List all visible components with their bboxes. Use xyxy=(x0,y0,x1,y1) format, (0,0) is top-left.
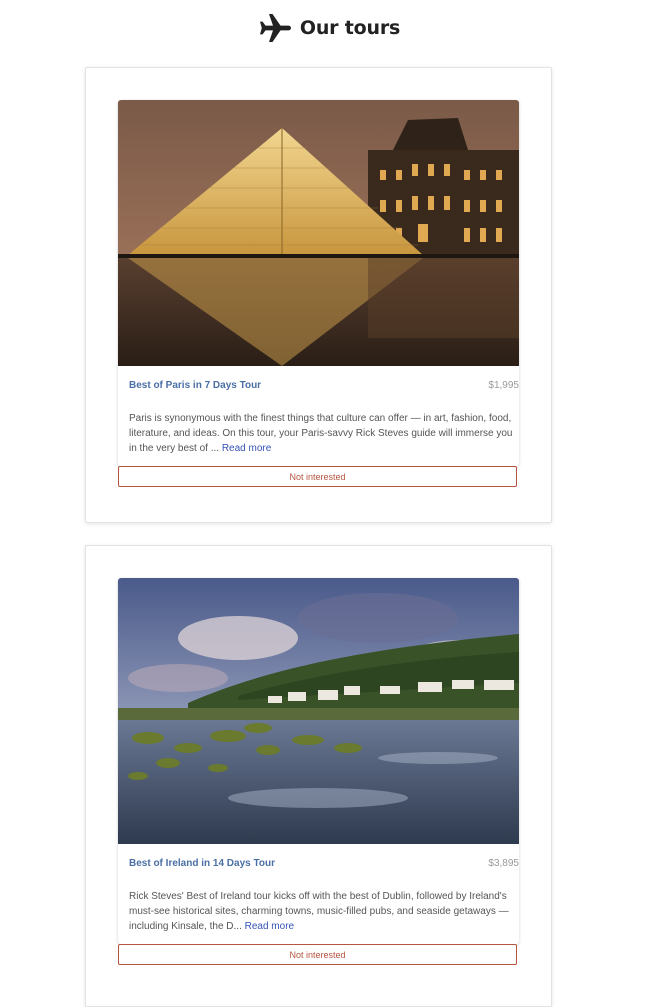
tour-photo-paris xyxy=(118,100,519,366)
tour-price: $3,895 xyxy=(488,858,519,869)
tour-price: $1,995 xyxy=(488,380,519,391)
page-header: Our tours xyxy=(0,10,658,46)
tour-title[interactable]: Best of Paris in 7 Days Tour xyxy=(129,380,261,391)
tour-info: Best of Ireland in 14 Days Tour $3,895 R… xyxy=(118,844,519,944)
tour-description-text: Rick Steves' Best of Ireland tour kicks … xyxy=(129,891,509,932)
tour-title[interactable]: Best of Ireland in 14 Days Tour xyxy=(129,858,275,869)
tour-card-inner: Best of Paris in 7 Days Tour $1,995 Pari… xyxy=(118,100,519,487)
tour-photo-ireland xyxy=(118,578,519,844)
tour-card: Best of Paris in 7 Days Tour $1,995 Pari… xyxy=(85,67,552,523)
airplane-icon xyxy=(259,14,291,42)
not-interested-button[interactable]: Not interested xyxy=(118,944,517,965)
tour-card-inner: Best of Ireland in 14 Days Tour $3,895 R… xyxy=(118,578,519,965)
not-interested-button[interactable]: Not interested xyxy=(118,466,517,487)
tour-description-text: Paris is synonymous with the finest thin… xyxy=(129,413,513,454)
read-more-link[interactable]: Read more xyxy=(245,921,294,932)
tour-info: Best of Paris in 7 Days Tour $1,995 Pari… xyxy=(118,366,519,466)
page-title: Our tours xyxy=(299,17,401,39)
tour-description: Paris is synonymous with the finest thin… xyxy=(129,411,514,456)
tour-description: Rick Steves' Best of Ireland tour kicks … xyxy=(129,889,514,934)
read-more-link[interactable]: Read more xyxy=(222,443,271,454)
tour-card: Best of Ireland in 14 Days Tour $3,895 R… xyxy=(85,545,552,1007)
